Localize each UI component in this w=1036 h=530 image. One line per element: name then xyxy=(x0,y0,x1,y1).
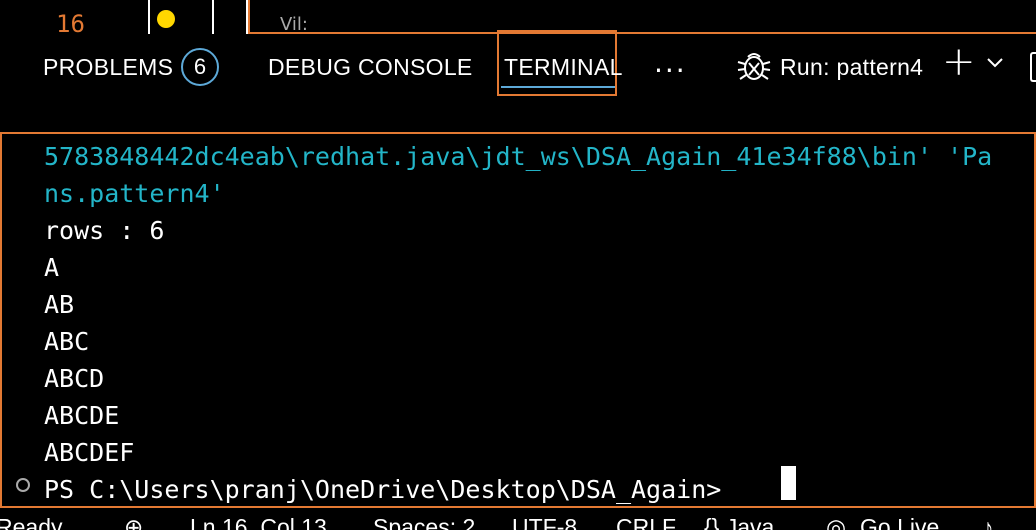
encoding[interactable]: UTF-8 xyxy=(512,514,577,530)
go-live-button[interactable]: Go Live xyxy=(860,514,939,530)
gutter-divider xyxy=(148,0,150,34)
terminal-line: ABCDE xyxy=(44,401,120,430)
split-terminal-icon[interactable] xyxy=(1030,52,1036,82)
shell-prompt: PS C:\Users\pranj\OneDrive\Desktop\DSA_A… xyxy=(44,475,737,504)
command-decoration-icon[interactable] xyxy=(16,478,30,492)
status-bar: Ready ⊕ Ln 16, Col 13 Spaces: 2 UTF-8 CR… xyxy=(0,508,1036,530)
gutter-divider xyxy=(212,0,214,34)
terminal-line: rows : 6 xyxy=(44,216,165,245)
indentation[interactable]: Spaces: 2 xyxy=(373,514,475,530)
terminal-line: A xyxy=(44,253,60,282)
status-ready: Ready xyxy=(0,514,63,530)
breakpoint-dot-icon[interactable] xyxy=(157,10,175,28)
chevron-down-icon[interactable] xyxy=(986,54,1004,72)
terminal-cursor xyxy=(781,466,796,500)
editor-area: 16 Vil: xyxy=(0,0,1036,34)
active-tab-indicator xyxy=(501,86,615,88)
code-line: Vil: xyxy=(280,14,308,34)
terminal-line: ABC xyxy=(44,327,90,356)
tab-terminal[interactable]: TERMINAL xyxy=(504,54,623,94)
panel-tab-bar: PROBLEMS 6 DEBUG CONSOLE TERMINAL ··· Ru… xyxy=(0,30,1036,132)
notifications-icon[interactable]: ♪ xyxy=(982,514,994,530)
more-actions-icon[interactable]: ··· xyxy=(654,54,687,87)
terminal-line: ABCD xyxy=(44,364,105,393)
terminal-line: 5783848442dc4eab\redhat.java\jdt_ws\DSA_… xyxy=(44,142,993,171)
sync-icon[interactable]: ⊕ xyxy=(124,514,143,530)
new-terminal-plus-icon[interactable]: + xyxy=(942,42,976,82)
bug-icon[interactable] xyxy=(736,48,772,84)
cursor-position[interactable]: Ln 16, Col 13 xyxy=(190,514,327,530)
tab-problems[interactable]: PROBLEMS xyxy=(43,54,173,94)
terminal-line: ABCDEF xyxy=(44,438,135,467)
language-mode[interactable]: {} Java xyxy=(704,514,774,530)
terminal-output[interactable]: 5783848442dc4eab\redhat.java\jdt_ws\DSA_… xyxy=(0,132,1036,508)
terminal-line: AB xyxy=(44,290,75,319)
editor-frame xyxy=(248,0,1036,34)
run-configuration-label[interactable]: Run: pattern4 xyxy=(780,54,923,94)
problems-count-badge: 6 xyxy=(181,48,219,86)
broadcast-icon[interactable]: ◎ xyxy=(826,514,846,530)
terminal-line: ns.pattern4' xyxy=(44,179,225,208)
tab-debug-console[interactable]: DEBUG CONSOLE xyxy=(268,54,473,94)
line-ending[interactable]: CRLF xyxy=(616,514,676,530)
line-number: 16 xyxy=(56,10,85,34)
